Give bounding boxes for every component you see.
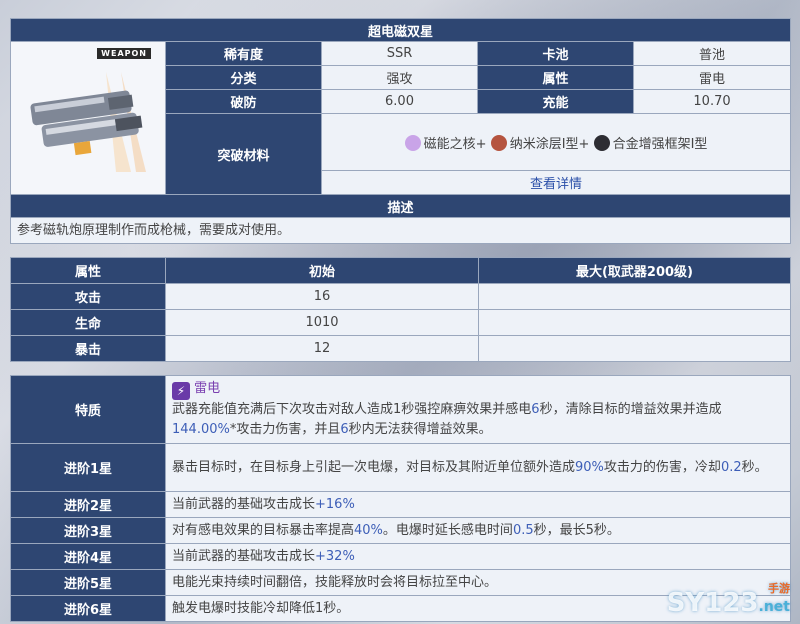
watermark-text: SY123 bbox=[666, 588, 759, 618]
table-row: 进阶3星 对有感电效果的目标暴击率提高40%。电爆时延长感电时间0.5秒，最长5… bbox=[10, 517, 791, 544]
magnetic-core-icon bbox=[404, 134, 421, 151]
attr-max bbox=[478, 309, 791, 336]
tier-highlight: 40% bbox=[354, 522, 383, 538]
element-value: 雷电 bbox=[632, 65, 792, 90]
view-details-link[interactable]: 查看详情 bbox=[530, 177, 582, 192]
trait-label: 特质 bbox=[10, 375, 166, 444]
tier-label: 进阶1星 bbox=[10, 443, 166, 492]
material-1[interactable]: 磁能之核 bbox=[424, 137, 476, 152]
attr-header-max: 最大(取武器200级) bbox=[478, 257, 791, 284]
table-row: 生命 1010 bbox=[10, 309, 791, 336]
trait-text: *攻击力伤害，并且 bbox=[229, 422, 341, 437]
tier-desc: 当前武器的基础攻击成长+16% bbox=[165, 491, 791, 518]
attr-name: 暴击 bbox=[10, 335, 166, 362]
tier-desc: 当前武器的基础攻击成长+32% bbox=[165, 543, 791, 570]
description-header: 描述 bbox=[9, 194, 792, 218]
traits-table: 特质 ⚡ 雷电 武器充能值充满后下次攻击对敌人造成1秒强控麻痹效果并感电6秒，清… bbox=[10, 375, 791, 622]
attr-header-name: 属性 bbox=[10, 257, 166, 284]
tier-text: 当前武器的基础攻击成长 bbox=[172, 496, 316, 512]
tier-highlight: +16% bbox=[315, 496, 355, 512]
tier-desc: 对有感电效果的目标暴击率提高40%。电爆时延长感电时间0.5秒，最长5秒。 bbox=[165, 517, 791, 544]
table-row: 攻击 16 bbox=[10, 283, 791, 310]
rarity-value: SSR bbox=[321, 41, 478, 66]
breakthrough-materials: 磁能之核+ 纳米涂层Ⅰ型+ 合金增强框架Ⅰ型 bbox=[320, 113, 792, 171]
material-2[interactable]: 纳米涂层Ⅰ型 bbox=[510, 137, 579, 152]
trait-element: 雷电 bbox=[194, 381, 221, 396]
tier-text: 。电爆时延长感电时间 bbox=[382, 522, 513, 538]
element-label: 属性 bbox=[477, 65, 634, 90]
tier-text: 秒，最长5秒。 bbox=[533, 522, 620, 538]
tier-text: 对有感电效果的目标暴击率提高 bbox=[172, 522, 355, 538]
weapon-image: WEAPON bbox=[10, 41, 166, 195]
plus-sign: + bbox=[475, 136, 487, 152]
trait-text: 秒，清除目标的增益效果并造成 bbox=[539, 402, 722, 417]
tier-highlight: 0.2 bbox=[720, 459, 742, 475]
tier-text: 攻击力的伤害，冷却 bbox=[603, 459, 721, 475]
rarity-label: 稀有度 bbox=[165, 41, 322, 66]
attr-init: 12 bbox=[165, 335, 479, 362]
charge-value: 10.70 bbox=[632, 89, 792, 114]
attr-header-init: 初始 bbox=[165, 257, 479, 284]
trait-highlight: 6 bbox=[340, 422, 349, 437]
attr-name: 攻击 bbox=[10, 283, 166, 310]
table-row: 暴击 12 bbox=[10, 335, 791, 362]
tier-label: 进阶6星 bbox=[10, 595, 166, 622]
attributes-table: 属性 初始 最大(取武器200级) 攻击 16 生命 1010 暴击 12 bbox=[10, 257, 791, 362]
weapon-picture-icon bbox=[30, 72, 146, 172]
table-row: 进阶4星 当前武器的基础攻击成长+32% bbox=[10, 543, 791, 570]
details-link-cell: 查看详情 bbox=[320, 170, 792, 195]
attr-init: 1010 bbox=[165, 309, 479, 336]
table-row: 进阶2星 当前武器的基础攻击成长+16% bbox=[10, 491, 791, 518]
attr-name: 生命 bbox=[10, 309, 166, 336]
attr-init: 16 bbox=[165, 283, 479, 310]
tier-text: 当前武器的基础攻击成长 bbox=[172, 548, 316, 564]
trait-text: 秒内无法获得增益效果。 bbox=[348, 422, 492, 437]
break-value: 6.00 bbox=[321, 89, 478, 114]
tier-label: 进阶5星 bbox=[10, 569, 166, 596]
plus-sign: + bbox=[578, 136, 590, 152]
charge-label: 充能 bbox=[477, 89, 634, 114]
watermark-suffix: .net bbox=[758, 599, 790, 615]
tier-highlight: 90% bbox=[575, 459, 604, 475]
material-3[interactable]: 合金增强框架Ⅰ型 bbox=[613, 137, 708, 152]
attr-max bbox=[478, 283, 791, 310]
lightning-icon: ⚡ bbox=[172, 382, 190, 400]
tier-highlight: 0.5 bbox=[512, 522, 534, 538]
watermark-sub: 手游 bbox=[768, 582, 790, 595]
weapon-info-table: 超电磁双星 WEAPON 稀有度 SSR 卡池 普池 分类 强攻 属性 雷电 破… bbox=[9, 18, 792, 244]
break-label: 破防 bbox=[165, 89, 322, 114]
trait-highlight: 144.00% bbox=[172, 422, 230, 437]
description-text: 参考磁轨炮原理制作而成枪械，需要成对使用。 bbox=[9, 217, 792, 244]
class-value: 强攻 bbox=[321, 65, 478, 90]
trait-desc: ⚡ 雷电 武器充能值充满后下次攻击对敌人造成1秒强控麻痹效果并感电6秒，清除目标… bbox=[165, 375, 791, 444]
tier-label: 进阶4星 bbox=[10, 543, 166, 570]
tier-text: 秒。 bbox=[741, 459, 768, 475]
nano-coating-icon bbox=[490, 134, 507, 151]
tier-label: 进阶2星 bbox=[10, 491, 166, 518]
weapon-tag: WEAPON bbox=[97, 48, 151, 59]
tier-highlight: +32% bbox=[315, 548, 355, 564]
weapon-name: 超电磁双星 bbox=[9, 18, 792, 42]
alloy-frame-icon bbox=[593, 134, 610, 151]
tier-label: 进阶3星 bbox=[10, 517, 166, 544]
tier-desc: 暴击目标时，在目标身上引起一次电爆，对目标及其附近单位额外造成90%攻击力的伤害… bbox=[165, 443, 791, 492]
class-label: 分类 bbox=[165, 65, 322, 90]
breakthrough-label: 突破材料 bbox=[165, 113, 322, 195]
trait-text: 武器充能值充满后下次攻击对敌人造成1秒强控麻痹效果并感电 bbox=[172, 402, 532, 417]
table-row: 进阶1星 暴击目标时，在目标身上引起一次电爆，对目标及其附近单位额外造成90%攻… bbox=[10, 443, 791, 492]
pool-label: 卡池 bbox=[477, 41, 634, 66]
pool-value: 普池 bbox=[632, 41, 792, 66]
site-watermark: SY123.net 手游 bbox=[666, 582, 790, 618]
trait-highlight: 6 bbox=[531, 402, 540, 417]
attr-max bbox=[478, 335, 791, 362]
tier-text: 暴击目标时，在目标身上引起一次电爆，对目标及其附近单位额外造成 bbox=[172, 459, 576, 475]
